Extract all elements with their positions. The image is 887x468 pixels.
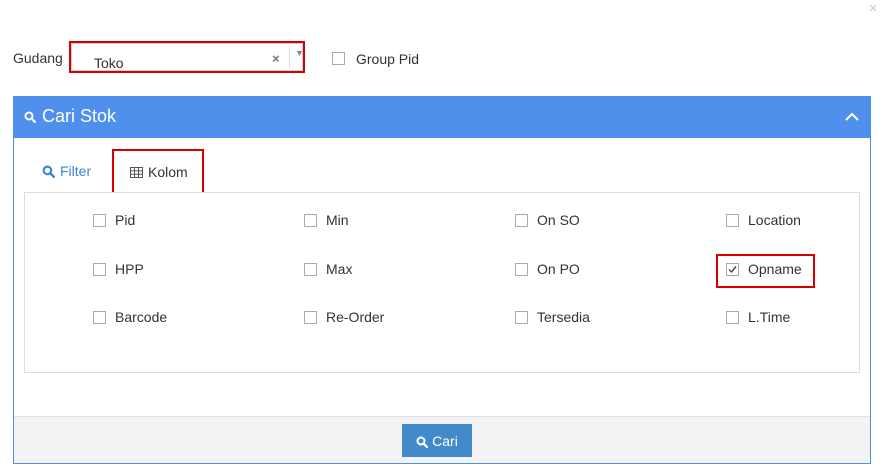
column-checkbox[interactable] <box>726 311 739 324</box>
column-option-l-time[interactable]: L.Time <box>726 309 790 325</box>
column-checkbox[interactable] <box>93 214 106 227</box>
clear-icon[interactable]: × <box>272 51 280 66</box>
column-checkbox[interactable] <box>304 263 317 276</box>
column-label: Location <box>748 212 801 228</box>
column-option-pid[interactable]: Pid <box>93 212 135 228</box>
column-label: Max <box>326 261 353 277</box>
column-checkbox[interactable] <box>515 214 528 227</box>
gudang-select[interactable]: Toko × ▼ <box>69 41 305 73</box>
column-option-max[interactable]: Max <box>304 261 352 277</box>
panel-header[interactable]: Cari Stok <box>14 97 870 138</box>
column-option-tersedia[interactable]: Tersedia <box>515 309 590 325</box>
column-option-min[interactable]: Min <box>304 212 349 228</box>
column-checkbox[interactable] <box>515 311 528 324</box>
column-checkbox[interactable] <box>93 311 106 324</box>
chevron-up-icon[interactable] <box>844 109 860 125</box>
tab-kolom[interactable]: Kolom <box>112 149 204 194</box>
column-label: Min <box>326 212 349 228</box>
search-icon <box>42 165 56 179</box>
column-checkbox[interactable] <box>726 214 739 227</box>
column-checkbox[interactable] <box>93 263 106 276</box>
column-option-hpp[interactable]: HPP <box>93 261 144 277</box>
search-icon <box>24 111 36 123</box>
tab-kolom-label: Kolom <box>148 164 188 180</box>
column-label: Re-Order <box>326 309 385 325</box>
column-label: Barcode <box>115 309 168 325</box>
opname-highlight <box>716 254 815 288</box>
table-icon <box>130 167 143 178</box>
gudang-select-value: Toko <box>94 55 124 71</box>
gudang-label: Gudang <box>13 50 63 66</box>
column-option-location[interactable]: Location <box>726 212 801 228</box>
column-label: On SO <box>537 212 580 228</box>
group-pid-checkbox[interactable] <box>332 52 345 65</box>
group-pid-label: Group Pid <box>356 51 420 67</box>
chevron-down-icon[interactable]: ▼ <box>295 48 304 58</box>
column-option-re-order[interactable]: Re-Order <box>304 309 384 325</box>
column-checkbox[interactable] <box>304 214 317 227</box>
column-option-barcode[interactable]: Barcode <box>93 309 167 325</box>
panel-title: Cari Stok <box>42 106 117 126</box>
cari-button-label: Cari <box>432 432 458 449</box>
column-checkbox[interactable] <box>515 263 528 276</box>
column-label: L.Time <box>748 309 791 325</box>
column-label: Tersedia <box>537 309 590 325</box>
cari-button[interactable]: Cari <box>402 424 472 457</box>
column-option-on-so[interactable]: On SO <box>515 212 580 228</box>
tab-filter[interactable]: Filter <box>42 163 91 183</box>
column-label: HPP <box>115 261 144 277</box>
tab-kolom-inner: Kolom <box>130 164 188 180</box>
panel-footer: Cari <box>14 416 870 463</box>
column-option-on-po[interactable]: On PO <box>515 261 580 277</box>
search-icon <box>416 436 429 448</box>
select-caret-separator <box>289 46 290 68</box>
column-label: On PO <box>537 261 580 277</box>
close-icon[interactable]: × <box>866 1 880 16</box>
column-checkbox[interactable] <box>304 311 317 324</box>
column-label: Pid <box>115 212 136 228</box>
tab-filter-label: Filter <box>60 163 92 179</box>
